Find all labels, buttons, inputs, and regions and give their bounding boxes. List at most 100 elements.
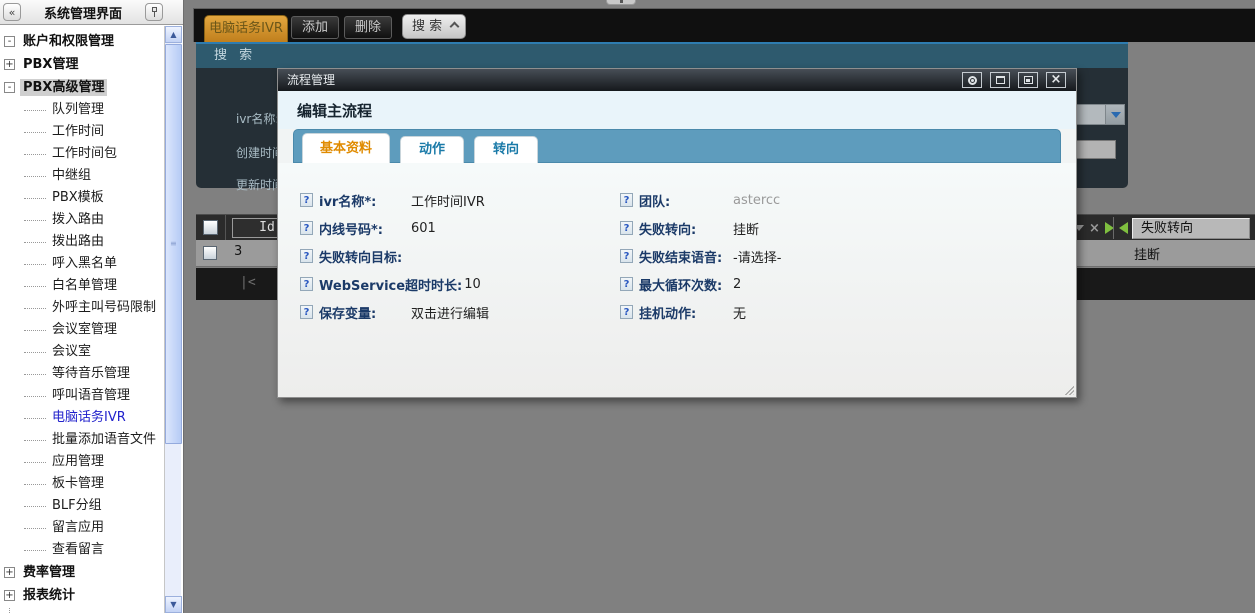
collapse-icon (968, 76, 977, 85)
scroll-up-icon[interactable]: ▲ (165, 26, 182, 43)
scrollbar-thumb[interactable]: ≡ (165, 44, 182, 444)
dialog-title: 流程管理 (287, 73, 335, 87)
sidebar-item-queue-mgmt[interactable]: 队列管理 (0, 99, 183, 121)
column-divider (1113, 217, 1114, 239)
help-icon[interactable]: ? (300, 193, 313, 207)
sidebar-item-blacklist[interactable]: 呼入黑名单 (0, 253, 183, 275)
field-extension-number: ? 内线号码*: 601 (300, 217, 436, 239)
sidebar-item-ivr[interactable]: 电脑话务IVR (0, 407, 183, 429)
sidebar-item-voicemail-app[interactable]: 留言应用 (0, 517, 183, 539)
tab-redirect[interactable]: 转向 (474, 136, 538, 163)
pin-icon (150, 7, 158, 17)
sidebar-item-work-time[interactable]: 工作时间 (0, 121, 183, 143)
delete-button[interactable]: 删除 (344, 16, 392, 39)
sidebar-item-inbound-route[interactable]: 拨入路由 (0, 209, 183, 231)
module-tab-ivr[interactable]: 电脑话务IVR (204, 15, 288, 42)
nav-tree: - 账户和权限管理 + PBX管理 - PBX高级管理 队列管理 工作时间 工作… (0, 25, 183, 607)
chevron-down-icon[interactable] (1105, 105, 1124, 124)
column-header-fail-redirect[interactable]: 失败转向 (1132, 218, 1250, 239)
collapse-left-icon: « (9, 6, 16, 19)
sidebar-item-voice-mgmt[interactable]: 呼叫语音管理 (0, 385, 183, 407)
sidebar-item-outbound-route[interactable]: 拨出路由 (0, 231, 183, 253)
sidebar-item-batch-voice-files[interactable]: 批量添加语音文件 (0, 429, 183, 451)
dialog-tabstrip: 基本资料 动作 转向 (293, 129, 1061, 163)
add-button[interactable]: 添加 (291, 16, 339, 39)
row-checkbox[interactable] (203, 246, 217, 260)
cell-id: 3 (234, 244, 242, 259)
sidebar-pin-button[interactable] (145, 3, 163, 21)
help-icon[interactable]: ? (620, 221, 633, 235)
select-all-checkbox[interactable] (203, 220, 218, 235)
dialog-tools: × (962, 72, 1066, 88)
sidebar-header: « 系统管理界面 (0, 0, 183, 25)
tree-plus-icon[interactable]: + (4, 590, 15, 601)
close-icon: × (1051, 74, 1062, 86)
app-screen: « 系统管理界面 - 账户和权限管理 + PBX管理 - PBX高级管理 队列管… (0, 0, 1255, 613)
sidebar-item-whitelist[interactable]: 白名单管理 (0, 275, 183, 297)
help-icon[interactable]: ? (620, 277, 633, 291)
field-webservice-timeout: ? WebService超时时长: 10 (300, 273, 481, 295)
north-panel-collapse-handle[interactable] (606, 0, 636, 5)
sidebar-item-trunk-group[interactable]: 中继组 (0, 165, 183, 187)
first-page-icon[interactable]: |< (240, 275, 256, 290)
scroll-down-icon[interactable]: ▼ (165, 596, 182, 613)
help-icon[interactable]: ? (300, 305, 313, 319)
sidebar-item-work-time-pack[interactable]: 工作时间包 (0, 143, 183, 165)
field-save-variables: ? 保存变量: 双击进行编辑 (300, 301, 489, 323)
maximize-icon (996, 76, 1005, 84)
sidebar-item-conference-mgmt[interactable]: 会议室管理 (0, 319, 183, 341)
field-fail-redirect: ? 失败转向: 挂断 (620, 217, 759, 239)
search-field-label-ivr-name: ivr名称: (236, 110, 279, 127)
help-icon[interactable]: ? (300, 277, 313, 291)
sidebar-collapse-button[interactable]: « (3, 3, 21, 21)
field-max-loop-count: ? 最大循环次数: 2 (620, 273, 741, 295)
tree-minus-icon[interactable]: - (4, 36, 15, 47)
tree-node-pbx[interactable]: + PBX管理 (0, 53, 183, 76)
help-icon[interactable]: ? (620, 249, 633, 263)
sidebar-item-conference[interactable]: 会议室 (0, 341, 183, 363)
chevron-up-icon (450, 22, 460, 32)
minimize-button[interactable] (1018, 72, 1038, 88)
tree-node-report-stats[interactable]: + 报表统计 (0, 584, 183, 607)
tab-basic-info[interactable]: 基本资料 (302, 133, 390, 163)
dialog-titlebar[interactable]: 流程管理 × (278, 69, 1076, 91)
dialog-head-strip (278, 91, 1076, 129)
tree-node-rate-mgmt[interactable]: + 费率管理 (0, 561, 183, 584)
search-toggle-button[interactable]: 搜 索 (402, 14, 466, 39)
dialog-body: 编辑主流程 基本资料 动作 转向 ? ivr名称*: 工作时间IVR ? 内线号… (278, 91, 1076, 397)
sidebar-item-blf-group[interactable]: BLF分组 (0, 495, 183, 517)
help-icon[interactable]: ? (300, 249, 313, 263)
field-fail-end-voice: ? 失败结束语音: -请选择- (620, 245, 781, 267)
help-icon[interactable]: ? (620, 193, 633, 207)
sidebar-scrollbar[interactable]: ▲ ≡ ▼ (164, 26, 181, 613)
tab-actions[interactable]: 动作 (400, 136, 464, 163)
help-icon[interactable]: ? (620, 305, 633, 319)
tree-plus-icon[interactable]: + (4, 567, 15, 578)
tree-node-accounts[interactable]: - 账户和权限管理 (0, 30, 183, 53)
sidebar-item-callerid-limit[interactable]: 外呼主叫号码限制 (0, 297, 183, 319)
help-icon[interactable]: ? (300, 221, 313, 235)
close-button[interactable]: × (1046, 72, 1066, 88)
minimize-icon (1024, 76, 1033, 84)
tree-node-pbx-advanced[interactable]: - PBX高级管理 (0, 76, 183, 99)
remove-column-icon[interactable]: × (1089, 222, 1100, 235)
sidebar-item-card-mgmt[interactable]: 板卡管理 (0, 473, 183, 495)
scroll-grip-icon: ≡ (170, 240, 177, 248)
sidebar-item-pbx-template[interactable]: PBX模板 (0, 187, 183, 209)
sidebar-item-app-mgmt[interactable]: 应用管理 (0, 451, 183, 473)
cell-fail-redirect: 挂断 (1134, 244, 1160, 263)
maximize-button[interactable] (990, 72, 1010, 88)
toolbar: 电脑话务IVR 添加 删除 搜 索 (193, 8, 1255, 42)
tree-minus-icon[interactable]: - (4, 82, 15, 93)
sidebar: « 系统管理界面 - 账户和权限管理 + PBX管理 - PBX高级管理 队列管… (0, 0, 184, 613)
collapse-button[interactable] (962, 72, 982, 88)
search-panel-title: 搜 索 (196, 42, 1128, 68)
field-team: ? 团队: astercc (620, 189, 780, 211)
column-drag-tools: × (1074, 215, 1114, 241)
field-fail-redirect-target: ? 失败转向目标: (300, 245, 411, 267)
sidebar-item-moh-mgmt[interactable]: 等待音乐管理 (0, 363, 183, 385)
drop-arrow-left-icon (1119, 222, 1128, 234)
tree-plus-icon[interactable]: + (4, 59, 15, 70)
process-management-dialog: 流程管理 × 编辑主流程 基本资料 动作 转向 ? ivr名称*: 工作时间IV… (277, 68, 1077, 398)
sidebar-item-view-voicemail[interactable]: 查看留言 (0, 539, 183, 561)
